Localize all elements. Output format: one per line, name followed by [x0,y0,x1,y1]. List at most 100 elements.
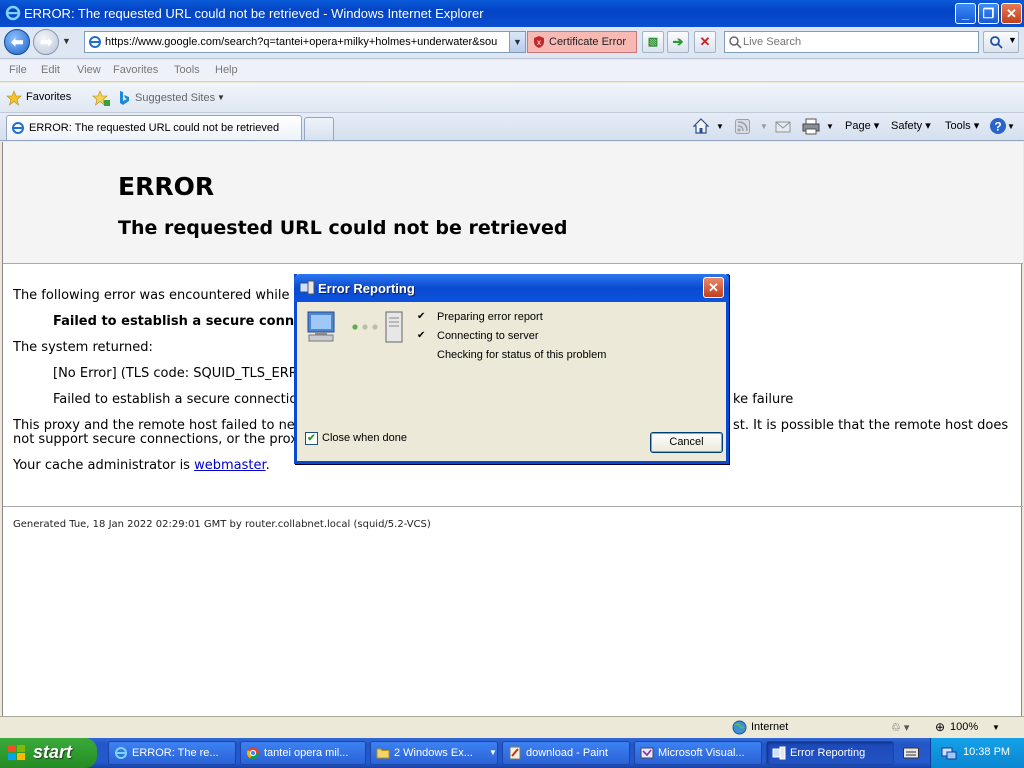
menu-file[interactable]: File [9,64,27,76]
checkbox-checked-icon[interactable]: ✔ [305,432,318,445]
ie-page-icon [89,36,101,48]
visual-studio-icon [640,747,654,759]
stop-button[interactable]: ✕ [694,31,716,53]
menu-edit[interactable]: Edit [41,64,60,76]
feeds-dropdown-icon[interactable]: ▼ [760,122,768,131]
security-zone-label: Internet [751,721,789,733]
proxy-explanation-end: st. It is possible that the remote host … [733,418,1009,433]
add-favorite-icon[interactable] [92,90,110,107]
system-returned-label: The system returned: [13,340,153,355]
error-intro-text: The following error was encountered whil… [13,288,305,303]
home-dropdown-icon[interactable]: ▼ [716,122,724,131]
svg-text:x: x [537,38,541,47]
taskbar-item-error-reporting[interactable]: Error Reporting [766,741,894,765]
tls-error-detail-end: ke failure [733,392,794,407]
footer-divider [3,506,1023,507]
back-arrow-icon: ⬅ [11,34,24,51]
back-button[interactable]: ⬅ [4,29,30,55]
mail-icon[interactable] [775,119,791,134]
task-label: ERROR: The re... [132,747,219,759]
tls-error-detail: Failed to establish a secure connection [53,392,306,407]
step-label: Connecting to server [437,330,539,342]
page-menu-label: Page [845,120,871,132]
search-box[interactable] [724,31,979,53]
suggested-sites-dropdown-icon[interactable]: ▼ [217,93,225,102]
computer-to-server-icon [307,311,403,343]
help-icon[interactable]: ? [989,117,1007,135]
zoom-level[interactable]: 100% [950,721,978,733]
step-connecting-server: ✔ Connecting to server [417,330,539,342]
start-button[interactable]: start [0,738,97,768]
clock[interactable]: 10:38 PM [963,746,1010,758]
favorites-bar: Favorites Suggested Sites ▼ [0,83,1024,113]
address-dropdown-button[interactable]: ▼ [509,32,525,52]
taskbar-item-paint[interactable]: download - Paint [502,741,630,765]
menu-view[interactable]: View [77,64,101,76]
folder-icon [376,748,390,759]
zoom-dropdown-icon[interactable]: ▼ [992,723,1000,732]
suggested-sites-button[interactable]: Suggested Sites [135,92,215,104]
ie-icon [115,747,127,759]
step-label: Checking for status of this problem [437,349,607,361]
webmaster-link[interactable]: webmaster [194,458,266,473]
search-input[interactable] [743,33,973,51]
cache-admin-prefix: Your cache administrator is [13,458,195,473]
menu-tools[interactable]: Tools [174,64,200,76]
protected-mode-icon[interactable]: ♲ ▾ [891,721,909,734]
taskbar: start ERROR: The re... tantei opera mil.… [0,738,1024,768]
task-label: Error Reporting [790,747,866,759]
cache-admin-suffix: . [265,458,270,473]
new-tab-button[interactable] [304,117,334,140]
home-icon[interactable] [692,117,710,135]
page-menu-button[interactable]: Page ▾ [845,119,879,132]
menu-help[interactable]: Help [215,64,238,76]
taskbar-item-explorer-group[interactable]: 2 Windows Ex... ▼ [370,741,498,765]
address-bar[interactable]: https://www.google.com/search?q=tantei+o… [84,31,526,53]
help-dropdown-icon[interactable]: ▼ [1007,122,1015,131]
taskbar-item-ie-error[interactable]: ERROR: The re... [108,741,236,765]
certificate-error-button[interactable]: x Certificate Error [527,31,637,53]
recent-pages-dropdown[interactable]: ▼ [62,36,71,46]
paint-icon [509,746,521,760]
print-dropdown-icon[interactable]: ▼ [826,122,834,131]
cache-admin-text: Your cache administrator is webmaster. [13,458,270,473]
tools-menu-button[interactable]: Tools ▾ [945,119,979,132]
taskbar-item-visual-studio[interactable]: Microsoft Visual... [634,741,762,765]
tools-menu-label: Tools [945,120,971,132]
checkmark-icon: ✔ [417,330,426,341]
window-titlebar[interactable]: ERROR: The requested URL could not be re… [0,0,1024,27]
close-window-button[interactable]: ✕ [1001,3,1022,24]
dialog-title: Error Reporting [318,281,415,296]
tab-current[interactable]: ERROR: The requested URL could not be re… [6,115,302,140]
step-checking-status: Checking for status of this problem [437,349,606,361]
taskbar-item-chrome[interactable]: tantei opera mil... [240,741,366,765]
tab-bar: ERROR: The requested URL could not be re… [0,113,1024,141]
cancel-button[interactable]: Cancel [650,432,723,453]
refresh-button[interactable]: ➔ [667,31,689,53]
tls-error-code: [No Error] (TLS code: SQUID_TLS_ERR_ [53,366,305,381]
address-url[interactable]: https://www.google.com/search?q=tantei+o… [105,36,509,48]
search-go-button[interactable]: ▼ [983,31,1019,53]
maximize-button[interactable]: ❐ [978,3,999,24]
safety-menu-label: Safety [891,120,923,132]
minimize-button[interactable]: _ [955,3,976,24]
dialog-titlebar[interactable]: Error Reporting ✕ [294,274,729,302]
dialog-close-button[interactable]: ✕ [703,277,724,298]
network-tray-icon[interactable] [941,745,957,761]
error-report-icon [299,280,315,295]
menu-favorites[interactable]: Favorites [113,64,158,76]
error-message: Failed to establish a secure connecti [53,314,322,329]
favorites-star-icon [6,90,22,106]
keyboard-icon[interactable] [903,746,919,760]
task-label: download - Paint [526,747,608,759]
print-icon[interactable] [802,118,820,135]
compatibility-view-button[interactable]: ▧ [642,31,664,53]
forward-button[interactable]: ➡ [33,29,59,55]
tab-label: ERROR: The requested URL could not be re… [29,122,280,134]
search-icon [729,36,742,49]
feeds-icon[interactable] [735,119,750,134]
favorites-button[interactable]: Favorites [26,91,71,103]
zoom-icon: ⊕ [935,720,946,734]
checkmark-icon: ✔ [417,311,426,322]
safety-menu-button[interactable]: Safety ▾ [891,119,931,132]
